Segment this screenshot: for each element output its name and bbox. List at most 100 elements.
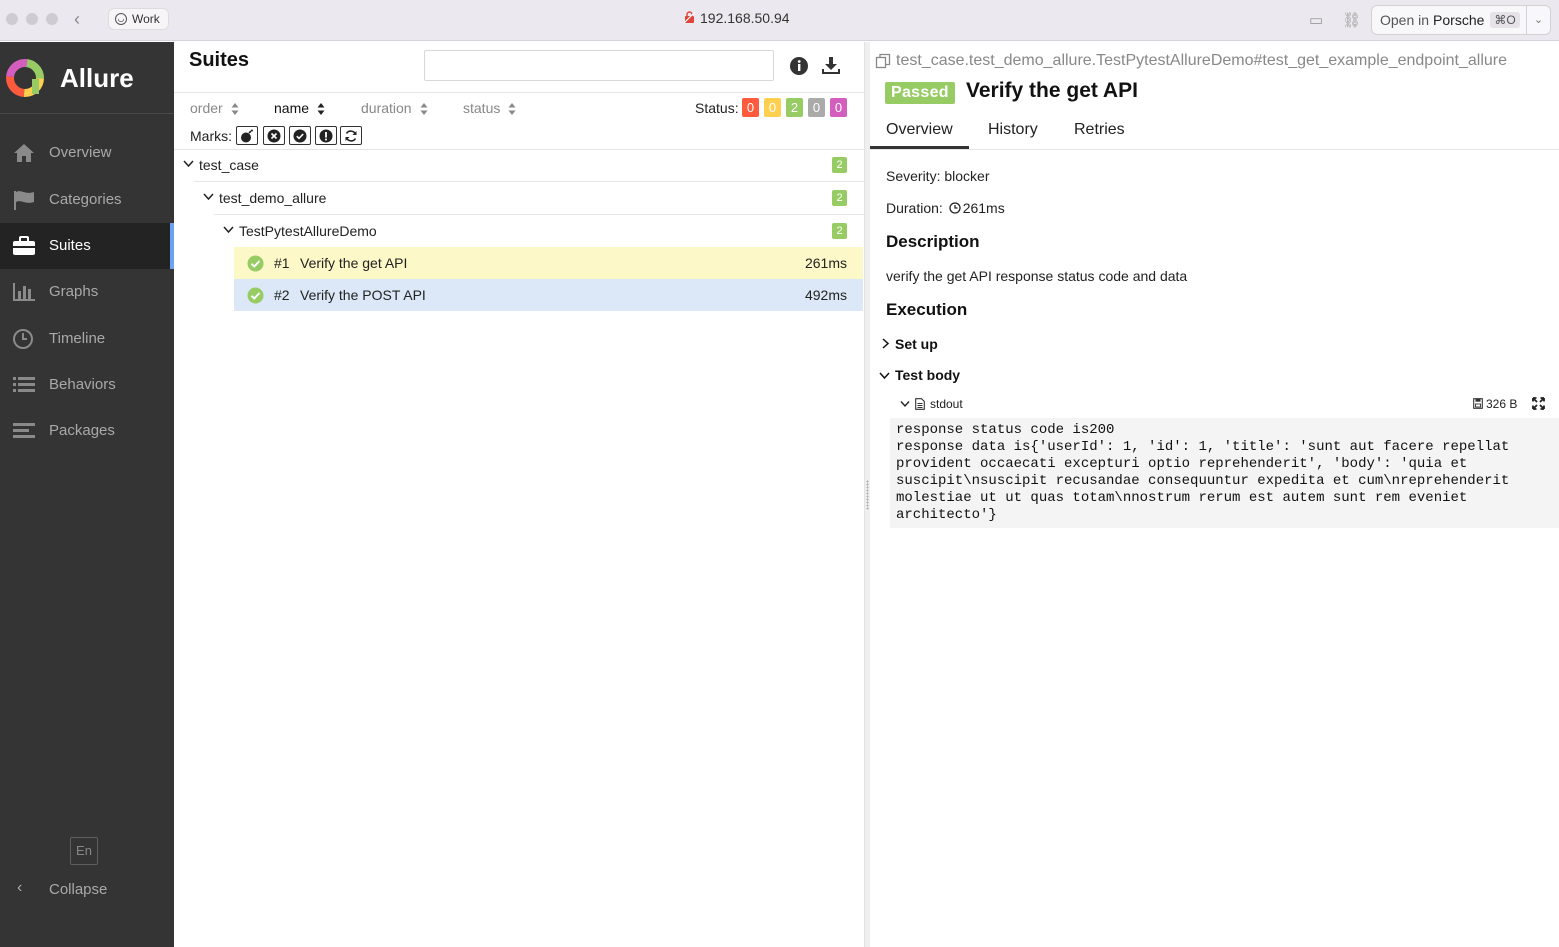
passed-count-badge: 2 — [832, 223, 847, 239]
tab-overview[interactable]: Overview — [886, 121, 953, 139]
flag-icon — [14, 191, 34, 210]
testcase-title: Verify the get API — [966, 79, 1138, 102]
close-window-button[interactable] — [6, 13, 18, 25]
test-body-step[interactable]: Test body — [879, 367, 960, 383]
chevron-down-icon — [223, 226, 234, 234]
sort-order[interactable]: order — [190, 100, 239, 116]
testcase-pane: test_case.test_demo_allure.TestPytestAll… — [870, 42, 1559, 947]
tab-history[interactable]: History — [988, 121, 1038, 139]
refresh-icon — [345, 130, 357, 142]
chevron-down-icon — [203, 193, 214, 201]
status-broken-toggle[interactable]: 0 — [764, 98, 781, 117]
divider — [870, 149, 1559, 150]
sidebar-item-label: Packages — [49, 422, 115, 439]
chevron-down-icon — [183, 160, 194, 168]
attachment-header[interactable]: stdout 326 B — [900, 396, 1559, 416]
sidebar-item-label: Timeline — [49, 330, 106, 347]
test-case-number: #1 — [274, 255, 290, 271]
severity: Severity: blocker — [886, 168, 990, 184]
setup-label: Set up — [895, 336, 938, 352]
testcase-full-path: test_case.test_demo_allure.TestPytestAll… — [896, 52, 1508, 69]
open-in-prefix: Open in — [1380, 12, 1430, 28]
status-passed-toggle[interactable]: 2 — [786, 98, 803, 117]
sidebar-item-suites[interactable]: Suites — [0, 223, 174, 269]
brand[interactable]: Allure — [0, 42, 174, 114]
home-icon — [14, 144, 34, 162]
mark-retries-toggle[interactable] — [340, 126, 362, 145]
insecure-lock-icon — [684, 11, 695, 24]
sidebar-item-overview[interactable]: Overview — [0, 130, 174, 176]
sidebar-item-categories[interactable]: Categories — [0, 177, 174, 223]
language-switch[interactable]: En — [70, 837, 98, 865]
status-unknown-toggle[interactable]: 0 — [830, 98, 847, 117]
attachment-size: 326 B — [1486, 397, 1518, 411]
expand-icon[interactable] — [1532, 397, 1545, 410]
collapse-label: Collapse — [49, 881, 108, 898]
mark-new-broken-toggle[interactable] — [315, 126, 337, 145]
tree-node-label: TestPytestAllureDemo — [239, 223, 377, 239]
sort-arrows-icon — [231, 103, 239, 116]
clock-icon — [949, 202, 961, 214]
test-body-label: Test body — [895, 367, 961, 383]
chevron-down-icon — [900, 401, 910, 408]
save-icon — [1473, 398, 1483, 409]
open-in-app-button[interactable]: Open in Porsche ⌘O ⌄ — [1371, 5, 1551, 35]
sidebar: Allure Overview Categories Suites Graphs… — [0, 42, 174, 947]
test-case-row[interactable]: #1 Verify the get API 261ms — [234, 247, 863, 279]
profile-label: Work — [132, 12, 160, 26]
link-icon[interactable]: ⛓ — [1342, 11, 1361, 29]
duration-label: Duration: — [886, 200, 943, 216]
collapse-button[interactable]: ‹ Collapse — [0, 874, 174, 904]
copy-icon[interactable] — [875, 53, 891, 69]
brand-name: Allure — [60, 63, 134, 93]
sort-label: status — [463, 100, 501, 116]
status-failed-toggle[interactable]: 0 — [742, 98, 759, 117]
reader-mode-icon[interactable]: ▭ — [1309, 11, 1323, 29]
info-icon[interactable] — [789, 56, 809, 76]
sidebar-item-packages[interactable]: Packages — [0, 408, 174, 454]
tree-node-suite[interactable]: test_case 2 — [174, 149, 864, 182]
drag-handle-icon[interactable] — [866, 480, 869, 510]
mark-new-failed-toggle[interactable] — [263, 126, 285, 145]
tab-retries[interactable]: Retries — [1074, 121, 1125, 139]
mark-flaky-toggle[interactable] — [236, 126, 258, 145]
tree-node-suite[interactable]: test_demo_allure 2 — [174, 182, 864, 215]
test-case-number: #2 — [274, 287, 290, 303]
search-input[interactable] — [424, 50, 774, 81]
sidebar-item-label: Graphs — [49, 283, 99, 300]
minimize-window-button[interactable] — [26, 13, 38, 25]
mark-new-passed-toggle[interactable] — [289, 126, 311, 145]
status-skipped-toggle[interactable]: 0 — [808, 98, 825, 117]
clock-icon — [13, 329, 33, 349]
divider — [174, 92, 864, 93]
suites-pane: Suites order name duration status Status… — [174, 42, 864, 947]
back-arrow-icon[interactable]: ‹ — [74, 9, 80, 29]
sort-duration[interactable]: duration — [361, 100, 428, 116]
sidebar-item-graphs[interactable]: Graphs — [0, 269, 174, 315]
address-bar[interactable]: 192.168.50.94 — [700, 10, 790, 26]
sidebar-item-timeline[interactable]: Timeline — [0, 316, 174, 362]
sort-name[interactable]: name — [274, 100, 325, 116]
download-icon[interactable] — [821, 56, 841, 76]
profile-button[interactable]: ◡ Work — [108, 8, 169, 30]
execution-heading: Execution — [886, 300, 968, 319]
tree-node-label: test_case — [199, 157, 259, 173]
briefcase-icon — [13, 236, 35, 255]
passed-count-badge: 2 — [832, 190, 847, 206]
check-circle-icon — [247, 255, 264, 272]
bomb-icon — [241, 129, 253, 143]
setup-step[interactable]: Set up — [881, 336, 938, 352]
page-title: Suites — [189, 49, 250, 71]
list-icon — [13, 377, 35, 392]
duration-value: 261ms — [962, 200, 1005, 216]
description-heading: Description — [886, 232, 980, 251]
sidebar-item-behaviors[interactable]: Behaviors — [0, 362, 174, 408]
tree-node-suite[interactable]: TestPytestAllureDemo 2 — [174, 215, 864, 248]
passed-count-badge: 2 — [832, 157, 847, 173]
chevron-down-icon[interactable]: ⌄ — [1526, 6, 1550, 34]
zoom-window-button[interactable] — [46, 13, 58, 25]
duration: Duration: 261ms — [886, 200, 1005, 216]
sidebar-item-label: Overview — [49, 144, 112, 161]
sort-status[interactable]: status — [463, 100, 516, 116]
test-case-row[interactable]: #2 Verify the POST API 492ms — [234, 279, 863, 311]
